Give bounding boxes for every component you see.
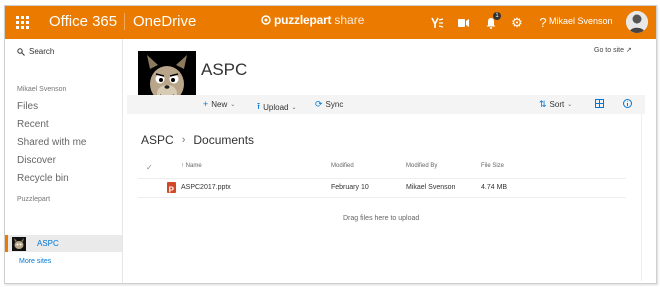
left-navigation: Search Mikael Svenson Files Recent Share… [5,39,123,283]
table-row[interactable]: P ASPC2017.pptx February 10 Mikael Svens… [138,178,626,198]
onedrive-app-name[interactable]: OneDrive [124,13,196,30]
search-box[interactable]: Search [17,47,54,56]
user-name[interactable]: Mikael Svenson [549,16,613,26]
go-to-site-link[interactable]: Go to site ↗ [594,46,632,54]
sort-button[interactable]: ⇅ Sort ⌄ [539,99,572,110]
site-title: ASPC [201,60,248,79]
sort-icon: ⇅ [539,99,547,109]
breadcrumb-library[interactable]: Documents [193,133,254,147]
new-button[interactable]: + New ⌄ [203,99,235,109]
powerpoint-file-icon: P [167,182,176,195]
file-modified: February 10 [331,184,369,191]
grid-view-icon [595,99,604,108]
go-to-site-label: Go to site [594,47,624,54]
info-icon [623,99,632,108]
sync-label: Sync [325,100,344,109]
file-modified-by: Mikael Svenson [406,184,456,191]
chevron-right-icon: › [181,134,186,146]
select-all-checkmark-icon[interactable]: ✓ [146,163,153,172]
chevron-down-icon: ⌄ [567,102,573,108]
drag-upload-hint: Drag files here to upload [343,215,420,222]
sort-label: Sort [549,100,565,109]
more-sites-link[interactable]: More sites [19,258,51,265]
onedrive-window: Office 365 OneDrive puzzlepart share 1 ⚙ … [4,5,657,284]
sync-icon: ⟳ [315,99,323,109]
site-thumbnail-icon [12,237,26,251]
sort-arrow-icon: ↑ [181,163,184,169]
office365-brand[interactable]: Office 365 [49,13,117,30]
plus-icon: + [203,99,209,109]
logo-text-bold: puzzlepart [274,13,332,27]
logo-text-light: share [334,13,365,27]
upload-label: Upload [263,102,289,112]
search-label: Search [29,47,55,56]
info-pane-button[interactable] [623,99,632,108]
file-name[interactable]: ASPC2017.pptx [181,184,231,191]
chevron-down-icon: ⌄ [291,104,297,111]
file-size-column-header[interactable]: File Size [481,163,504,169]
notifications-button[interactable]: 1 [478,6,504,39]
modified-column-header[interactable]: Modified [331,163,354,169]
sync-button[interactable]: ⟳ Sync [315,99,343,110]
tenant-logo: puzzlepart share [261,13,364,27]
name-column-header[interactable]: ↑ Name [181,163,202,169]
puzzle-logo-icon [261,15,271,25]
notification-badge: 1 [493,12,501,20]
waffle-icon [15,16,29,29]
search-icon [17,47,25,56]
nav-item-shared-with-me[interactable]: Shared with me [17,137,86,148]
view-switcher-button[interactable] [595,99,604,108]
new-label: New [211,99,228,109]
yammer-icon[interactable] [424,6,450,39]
modified-by-column-header[interactable]: Modified By [406,163,437,169]
name-header-label: Name [185,163,202,169]
svg-text:P: P [169,186,175,195]
command-bar: + New ⌄ ⭱ Upload ⌄ ⟳ Sync ⇅ Sort ⌄ [127,95,645,114]
breadcrumb-site[interactable]: ASPC [141,133,174,147]
external-link-icon: ↗ [625,47,632,54]
nav-item-files[interactable]: Files [17,101,38,112]
user-avatar[interactable] [626,11,648,33]
upload-button[interactable]: ⭱ Upload ⌄ [257,99,297,115]
nav-item-recycle-bin[interactable]: Recycle bin [17,173,69,184]
suite-bar: Office 365 OneDrive puzzlepart share 1 ⚙ … [5,6,656,39]
file-size: 4.74 MB [481,184,508,191]
upload-arrow-icon: ⭱ [257,101,261,111]
sites-section-title: Puzzlepart [17,196,51,203]
nav-item-recent[interactable]: Recent [17,119,49,130]
nav-item-discover[interactable]: Discover [17,155,56,166]
nav-site-label[interactable]: ASPC [37,239,59,248]
breadcrumb: ASPC › Documents [141,133,254,147]
settings-gear-icon[interactable]: ⚙ [504,6,530,39]
skype-icon[interactable] [450,6,476,39]
chevron-down-icon: ⌄ [230,101,236,108]
owner-section-title: Mikael Svenson [17,86,67,93]
file-list-header: ✓ ↑ Name Modified Modified By File Size [138,161,626,175]
app-launcher-button[interactable] [5,6,39,39]
scrollbar[interactable] [641,113,642,281]
